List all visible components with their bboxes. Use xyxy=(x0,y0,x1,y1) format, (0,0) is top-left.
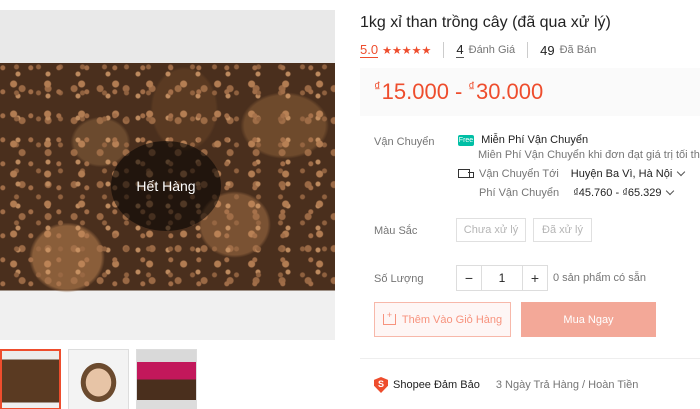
truck-icon xyxy=(458,168,474,180)
price-max: 30.000 xyxy=(475,79,544,104)
review-label: Đánh Giá xyxy=(468,44,516,56)
variation-label: Màu Sắc xyxy=(374,225,418,237)
free-shipping-title: Miễn Phí Vận Chuyển xyxy=(481,134,589,147)
review-count[interactable]: 4 xyxy=(456,42,464,58)
ship-fee-row: Phí Vận Chuyển ₫45.760 - ₫65.329 xyxy=(479,186,675,199)
price-min: 15.000 xyxy=(381,79,449,104)
ship-fee-label: Phí Vận Chuyển xyxy=(479,187,560,199)
star-icon: ★★★★★ xyxy=(382,44,432,57)
stock-text: 0 sản phẩm có sẵn xyxy=(553,272,646,284)
sold-label: Đã Bán xyxy=(559,44,597,56)
add-to-cart-label: Thêm Vào Giỏ Hàng xyxy=(401,313,503,326)
quantity-plus-button[interactable]: + xyxy=(523,266,547,290)
quantity-input[interactable]: 1 xyxy=(481,266,523,290)
guarantee-desc: 3 Ngày Trả Hàng / Hoàn Tiền xyxy=(495,379,639,391)
chevron-down-icon[interactable] xyxy=(677,167,686,177)
free-shipping-desc: Miễn Phí Vận Chuyển khi đơn đạt giá trị … xyxy=(478,149,700,162)
variation-option-treated[interactable]: Đã xử lý xyxy=(533,218,592,242)
cart-icon xyxy=(382,310,396,325)
thumbnail-2[interactable] xyxy=(68,349,129,409)
shield-icon: S xyxy=(374,377,388,393)
currency-symbol: ₫ xyxy=(374,78,381,94)
currency-symbol: ₫ xyxy=(468,78,475,94)
thumbnail-1[interactable] xyxy=(0,349,61,409)
divider xyxy=(360,358,700,359)
thumbnail-3[interactable] xyxy=(136,349,197,409)
thumbnail-strip xyxy=(0,349,197,409)
variation-option-untreated[interactable]: Chưa xử lý xyxy=(456,218,526,242)
price-separator: - xyxy=(454,79,463,104)
buy-now-button[interactable]: Mua Ngay xyxy=(521,302,656,337)
ship-fee-value[interactable]: ₫45.760 - ₫65.329 xyxy=(573,187,661,199)
price-box: ₫ 15.000 - ₫ 30.000 xyxy=(360,68,700,116)
ship-to-value[interactable]: Huyện Ba Vì, Hà Nội xyxy=(571,168,673,180)
divider xyxy=(527,42,529,58)
rating-score[interactable]: 5.0 xyxy=(360,42,379,58)
free-shipping-block: Free Miễn Phí Vận Chuyển Miễn Phí Vận Ch… xyxy=(458,134,700,161)
quantity-stepper: − 1 + xyxy=(456,265,548,291)
add-to-cart-button[interactable]: Thêm Vào Giỏ Hàng xyxy=(374,302,511,337)
free-shipping-icon: Free xyxy=(458,134,474,146)
product-title: 1kg xỉ than trồng cây (đã qua xử lý) xyxy=(360,14,611,31)
quantity-minus-button[interactable]: − xyxy=(457,266,481,290)
shopee-guarantee[interactable]: S Shopee Đảm Bảo 3 Ngày Trả Hàng / Hoàn … xyxy=(374,377,638,393)
chevron-down-icon[interactable] xyxy=(666,186,675,196)
ship-to-label: Vận Chuyển Tới xyxy=(479,168,559,180)
shipping-label: Vận Chuyển xyxy=(374,136,435,148)
divider xyxy=(443,42,445,58)
sold-count: 49 xyxy=(540,42,555,58)
guarantee-title: Shopee Đảm Bảo xyxy=(393,379,480,391)
quantity-label: Số Lượng xyxy=(374,273,424,285)
ship-to-row: Vận Chuyển Tới Huyện Ba Vì, Hà Nội xyxy=(458,167,686,180)
sold-out-overlay: Hết Hàng xyxy=(111,141,221,231)
product-main-image[interactable]: Hết Hàng xyxy=(0,10,335,340)
rating-row: 5.0 ★★★★★ 4 Đánh Giá 49 Đã Bán xyxy=(360,42,596,58)
